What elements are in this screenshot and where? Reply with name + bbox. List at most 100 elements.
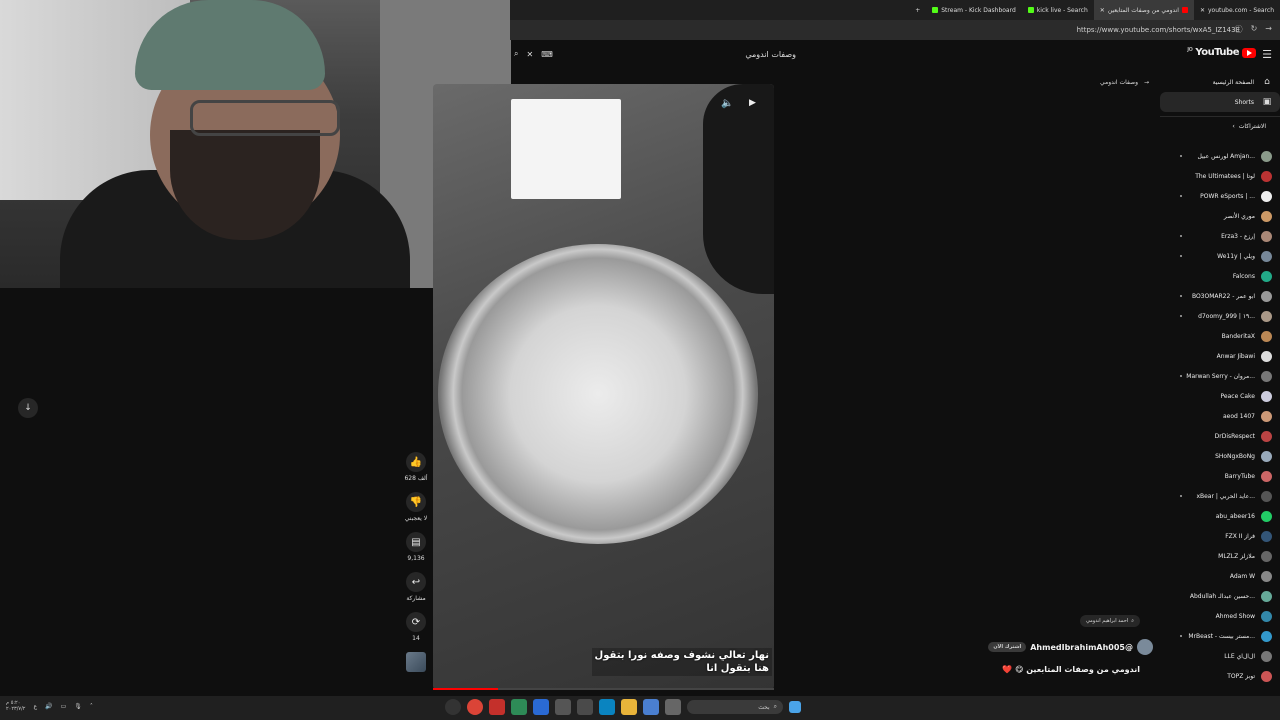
- subscription-item[interactable]: لورنس عبيل Amjan...: [1168, 146, 1280, 166]
- close-icon[interactable]: ✕: [1100, 7, 1105, 14]
- edge-icon[interactable]: [599, 699, 615, 715]
- network-icon[interactable]: ▭: [61, 703, 67, 710]
- app-icon[interactable]: [555, 699, 571, 715]
- search-tag-chip[interactable]: ⌕ احمد ابراهيم اندومي: [1079, 615, 1140, 627]
- remix-button[interactable]: ⟳ 14: [406, 612, 426, 642]
- clear-search-icon[interactable]: ✕: [526, 50, 533, 59]
- subscription-item[interactable]: abu_abeer16: [1168, 506, 1280, 526]
- subscription-item[interactable]: LLE ال‌ال‌اي: [1168, 646, 1280, 666]
- reload-icon[interactable]: ↻: [1251, 24, 1258, 35]
- sidebar-item-home[interactable]: الصفحة الرئيسية ⌂: [1160, 72, 1280, 92]
- subscription-item[interactable]: DrDisRespect: [1168, 426, 1280, 446]
- speaker-icon[interactable]: 🔊: [45, 703, 52, 710]
- search-icon[interactable]: ⌕: [514, 49, 518, 59]
- chrome-icon[interactable]: [467, 699, 483, 715]
- tab-kick-search[interactable]: kick live - Search: [1022, 0, 1094, 20]
- search-input[interactable]: وصفات اندومي: [745, 50, 796, 59]
- youtube-icon: [1181, 7, 1188, 13]
- subscription-item[interactable]: d7oomy_999 | ١٩...: [1168, 306, 1280, 326]
- tab-kick-dashboard[interactable]: Stream - Kick Dashboard: [926, 0, 1022, 20]
- subscription-item[interactable]: FZX II فراز: [1168, 526, 1280, 546]
- taskbar-search[interactable]: بحث ⌕: [687, 700, 783, 714]
- subscription-item[interactable]: Anwar Jibawi: [1168, 346, 1280, 366]
- subscription-item[interactable]: xBear | عايد الحربي...: [1168, 486, 1280, 506]
- store-icon[interactable]: [577, 699, 593, 715]
- live-dot: [1180, 495, 1182, 497]
- task-view-icon[interactable]: [665, 699, 681, 715]
- taskbar-apps: بحث ⌕: [445, 699, 801, 715]
- live-dot: [1180, 195, 1182, 197]
- youtube-logo[interactable]: JO YouTube: [1187, 47, 1256, 58]
- explorer-icon[interactable]: [621, 699, 637, 715]
- subscription-item[interactable]: Erza3 - إرزع: [1168, 226, 1280, 246]
- sidebar-item-shorts[interactable]: Shorts ▣: [1160, 92, 1280, 112]
- live-dot: [1180, 375, 1182, 377]
- forward-icon[interactable]: →: [1265, 24, 1272, 35]
- language-icon[interactable]: ع: [33, 703, 37, 710]
- subscription-label: abu_abeer16: [1215, 512, 1255, 520]
- subscription-item[interactable]: موري الأنصر: [1168, 206, 1280, 226]
- subscription-item[interactable]: We11y | ويلي: [1168, 246, 1280, 266]
- like-button[interactable]: 👍 628 ألف: [404, 452, 428, 482]
- keyboard-icon[interactable]: ⌨: [541, 50, 553, 59]
- subscription-item[interactable]: BanderitaX: [1168, 326, 1280, 346]
- office-icon[interactable]: [489, 699, 505, 715]
- subscription-item[interactable]: POWR eSports | ...: [1168, 186, 1280, 206]
- subscription-item[interactable]: SHoNgxBoNg: [1168, 446, 1280, 466]
- obs-icon[interactable]: [445, 699, 461, 715]
- clock[interactable]: ٥:٢٠ م ٢٠٢٣/٧/٢: [6, 700, 25, 712]
- tab-youtube-short[interactable]: ✕ اندومي من وصفات المتابعين: [1093, 0, 1194, 20]
- subscription-label: xBear | عايد الحربي...: [1196, 492, 1255, 500]
- subscription-item[interactable]: Ahmed Show: [1168, 606, 1280, 626]
- play-icon[interactable]: ▶: [749, 98, 756, 108]
- subscription-item[interactable]: TOPZ توبز: [1168, 666, 1280, 686]
- home-icon: ⌂: [1264, 77, 1270, 87]
- chevron-up-icon[interactable]: ˄: [90, 703, 93, 710]
- subscriptions-title: الاشتراكات: [1238, 123, 1266, 130]
- subscriptions-header[interactable]: ‹ الاشتراكات: [1160, 116, 1280, 136]
- volume-icon[interactable]: 🔈: [721, 98, 733, 109]
- subscription-item[interactable]: MLZLZ ملازلز: [1168, 546, 1280, 566]
- subscription-item[interactable]: Marwan Serry - مروان...: [1168, 366, 1280, 386]
- sound-button[interactable]: [406, 652, 426, 672]
- subscription-item[interactable]: Abdullah حسين عبدالـ...: [1168, 586, 1280, 606]
- address-bar[interactable]: https://www.youtube.com/shorts/wxA5_IZ14…: [510, 20, 1280, 40]
- tab-label: youtube.com - Search: [1208, 6, 1274, 14]
- avatar[interactable]: [1137, 639, 1153, 655]
- share-button[interactable]: ↩ مشاركة: [406, 572, 426, 602]
- hamburger-menu-icon[interactable]: ☰: [1262, 48, 1272, 61]
- subscription-item[interactable]: Adam W: [1168, 566, 1280, 586]
- search-bar[interactable]: ⌕ ✕ ⌨ وصفات اندومي: [510, 44, 800, 64]
- new-tab-button[interactable]: +: [909, 0, 926, 20]
- breadcrumb[interactable]: → وصفات اندومي: [1100, 79, 1149, 86]
- security-icon[interactable]: [533, 699, 549, 715]
- next-short-button[interactable]: ↓: [18, 398, 38, 418]
- video-progress-bar[interactable]: [433, 688, 774, 690]
- subscription-item[interactable]: BO3OMAR22 - ابو عمر: [1168, 286, 1280, 306]
- url-text[interactable]: https://www.youtube.com/shorts/wxA5_IZ14…: [1077, 26, 1240, 34]
- dislike-button[interactable]: 👎 لا يعجبني: [405, 492, 427, 522]
- subscribe-button[interactable]: اشترك الآن: [988, 642, 1027, 652]
- subscription-item[interactable]: aeod 1407: [1168, 406, 1280, 426]
- channel-row[interactable]: @AhmedIbrahimAh005 اشترك الآن: [988, 639, 1153, 655]
- subscription-item[interactable]: The Ultimatees | لوتا: [1168, 166, 1280, 186]
- taskbar: ٥:٢٠ م ٢٠٢٣/٧/٢ ع 🔊 ▭ 🎙 ˄ بحث ⌕: [0, 696, 1280, 720]
- tab-youtube-search[interactable]: ✕ youtube.com - Search: [1194, 0, 1280, 20]
- comments-button[interactable]: ▤ 9,136: [406, 532, 426, 562]
- subscription-item[interactable]: BarryTube: [1168, 466, 1280, 486]
- tab-label: اندومي من وصفات المتابعين: [1107, 6, 1179, 14]
- subscription-item[interactable]: Peace Cake: [1168, 386, 1280, 406]
- channel-name[interactable]: @AhmedIbrahimAh005: [1030, 643, 1133, 652]
- search-icon: ⌕: [1131, 618, 1134, 624]
- subscription-item[interactable]: Falcons: [1168, 266, 1280, 286]
- close-icon[interactable]: ✕: [1200, 7, 1205, 14]
- mic-icon[interactable]: 🎙: [74, 703, 82, 710]
- browser-nav: ⓘ ↻ →: [1235, 24, 1272, 35]
- info-icon[interactable]: ⓘ: [1235, 24, 1243, 35]
- shorts-video-player[interactable]: 🔈 ▶ نهار تعالي نشوف وصفه نورا بتقول هنا …: [433, 84, 774, 690]
- xbox-icon[interactable]: [511, 699, 527, 715]
- windows-start-icon[interactable]: [789, 701, 801, 713]
- subscription-item[interactable]: MrBeast - مستر بيست...: [1168, 626, 1280, 646]
- subscription-label: موري الأنصر: [1223, 212, 1255, 220]
- settings-icon[interactable]: [643, 699, 659, 715]
